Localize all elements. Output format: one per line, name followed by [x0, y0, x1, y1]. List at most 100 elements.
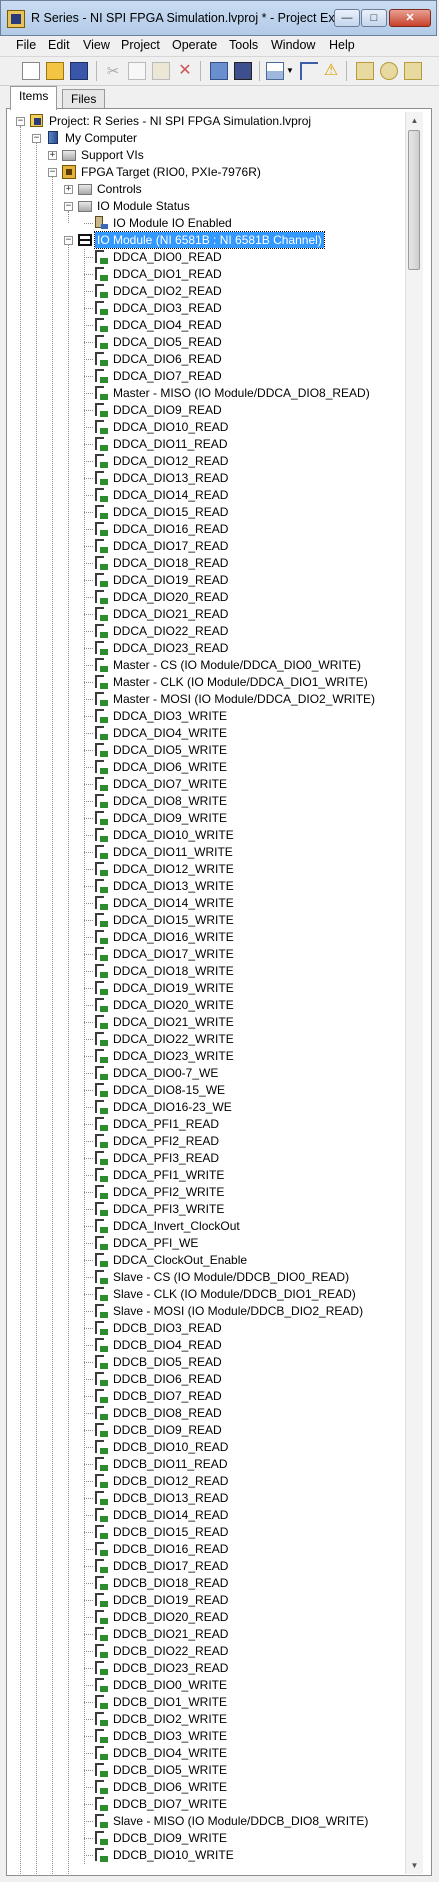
build-icon[interactable]: [210, 62, 228, 80]
channel-icon: [93, 1779, 109, 1795]
window-title: R Series - NI SPI FPGA Simulation.lvproj…: [31, 11, 355, 25]
channel-icon: [93, 1575, 109, 1591]
filter-icon[interactable]: [356, 62, 374, 80]
channel-item-label: DDCB_DIO7_READ: [113, 1389, 222, 1403]
computer-icon: [45, 130, 61, 146]
delete-icon[interactable]: ✕: [176, 62, 194, 80]
channel-icon: [93, 1507, 109, 1523]
channel-item-label: DDCA_DIO10_READ: [113, 420, 229, 434]
menu-view[interactable]: View: [83, 38, 110, 52]
channel-icon: [93, 1422, 109, 1438]
tree-connector: [84, 478, 93, 479]
folder-icon: [61, 147, 77, 163]
channel-icon: [93, 1847, 109, 1863]
tree-node-1[interactable]: My Computer: [10, 130, 400, 146]
open-icon[interactable]: [46, 62, 64, 80]
paste-icon[interactable]: [152, 62, 170, 80]
tree-node-2[interactable]: Support VIs: [10, 147, 400, 163]
scroll-thumb[interactable]: [408, 130, 420, 270]
hierarchy-icon[interactable]: [300, 62, 318, 80]
io-item-icon: [93, 215, 109, 231]
maximize-button[interactable]: □: [361, 9, 387, 27]
channel-icon: [93, 1660, 109, 1676]
channel-icon: [93, 946, 109, 962]
menu-tools[interactable]: Tools: [229, 38, 258, 52]
tree-node-0[interactable]: Project: R Series - NI SPI FPGA Simulati…: [10, 113, 400, 129]
expand-icon[interactable]: +: [48, 151, 57, 160]
collapse-icon[interactable]: −: [32, 134, 41, 143]
channel-icon: [93, 1269, 109, 1285]
tree-connector: [84, 1141, 93, 1142]
project-tree[interactable]: Project: R Series - NI SPI FPGA Simulati…: [10, 112, 400, 1874]
menu-window[interactable]: Window: [271, 38, 315, 52]
channel-icon: [93, 436, 109, 452]
collapse-icon[interactable]: −: [64, 236, 73, 245]
channel-icon: [93, 1728, 109, 1744]
channel-item-label: Master - MISO (IO Module/DDCA_DIO8_READ): [113, 386, 370, 400]
channel-item-label: Slave - MOSI (IO Module/DDCB_DIO2_READ): [113, 1304, 364, 1318]
menu-project[interactable]: Project: [121, 38, 160, 52]
menu-help[interactable]: Help: [329, 38, 355, 52]
channel-item-label: DDCA_DIO13_READ: [113, 471, 229, 485]
tree-guide-line: [36, 143, 37, 1874]
close-button[interactable]: ✕: [389, 9, 431, 27]
channel-item-label: DDCA_DIO18_WRITE: [113, 964, 234, 978]
toolbar: ✂ ✕ ▼ ⚠: [0, 57, 439, 86]
channel-icon: [93, 521, 109, 537]
menu-edit[interactable]: Edit: [48, 38, 70, 52]
tree-node-3-label: FPGA Target (RIO0, PXIe-7976R): [81, 165, 261, 179]
collapse-icon[interactable]: −: [16, 117, 25, 126]
channel-icon: [93, 1558, 109, 1574]
tree-connector: [84, 1362, 93, 1363]
channel-icon: [93, 487, 109, 503]
channel-item-label: DDCA_DIO16_WRITE: [113, 930, 234, 944]
channel-icon: [93, 1320, 109, 1336]
vertical-scrollbar[interactable]: ▲ ▼: [405, 112, 423, 1874]
tree-connector: [84, 274, 93, 275]
dropdown-icon[interactable]: ▼: [285, 62, 295, 80]
warning-icon[interactable]: ⚠: [322, 62, 340, 80]
minimize-button[interactable]: —: [334, 9, 360, 27]
channel-icon: [93, 708, 109, 724]
collapse-icon[interactable]: −: [48, 168, 57, 177]
scroll-up-arrow[interactable]: ▲: [406, 112, 423, 129]
help-icon[interactable]: [404, 62, 422, 80]
channel-icon: [93, 351, 109, 367]
cut-icon[interactable]: ✂: [104, 62, 122, 80]
tree-connector: [84, 1753, 93, 1754]
tree-node-3[interactable]: FPGA Target (RIO0, PXIe-7976R): [10, 164, 400, 180]
module-icon: [77, 232, 93, 248]
channel-item-label: DDCA_DIO14_READ: [113, 488, 229, 502]
channel-item-label: DDCA_DIO17_WRITE: [113, 947, 234, 961]
channel-item-label: DDCA_DIO0-7_WE: [113, 1066, 219, 1080]
tree-node-4-label: Controls: [97, 182, 142, 196]
tree-connector: [84, 1498, 93, 1499]
save-all-icon[interactable]: [70, 62, 88, 80]
channel-item-label: DDCA_PFI1_WRITE: [113, 1168, 225, 1182]
menu-file[interactable]: File: [16, 38, 36, 52]
channel-icon: [93, 402, 109, 418]
collapse-icon[interactable]: −: [64, 202, 73, 211]
tab-items[interactable]: Items: [10, 86, 58, 110]
tree-connector: [84, 716, 93, 717]
tree-connector: [84, 1770, 93, 1771]
tree-connector: [84, 512, 93, 513]
refresh-icon[interactable]: [380, 62, 398, 80]
new-icon[interactable]: [22, 62, 40, 80]
tab-files[interactable]: Files: [62, 89, 106, 109]
channel-item-label: DDCA_PFI3_WRITE: [113, 1202, 225, 1216]
view-options-icon[interactable]: [266, 62, 284, 80]
channel-item-label: DDCA_PFI_WE: [113, 1236, 199, 1250]
deploy-icon[interactable]: [234, 62, 252, 80]
channel-icon: [93, 1167, 109, 1183]
channel-icon: [93, 419, 109, 435]
channel-icon: [93, 725, 109, 741]
tree-connector: [84, 1515, 93, 1516]
menu-operate[interactable]: Operate: [172, 38, 217, 52]
copy-icon[interactable]: [128, 62, 146, 80]
channel-icon: [93, 1065, 109, 1081]
tree-connector: [84, 903, 93, 904]
scroll-down-arrow[interactable]: ▼: [406, 1857, 423, 1874]
channel-icon: [93, 504, 109, 520]
expand-icon[interactable]: +: [64, 185, 73, 194]
